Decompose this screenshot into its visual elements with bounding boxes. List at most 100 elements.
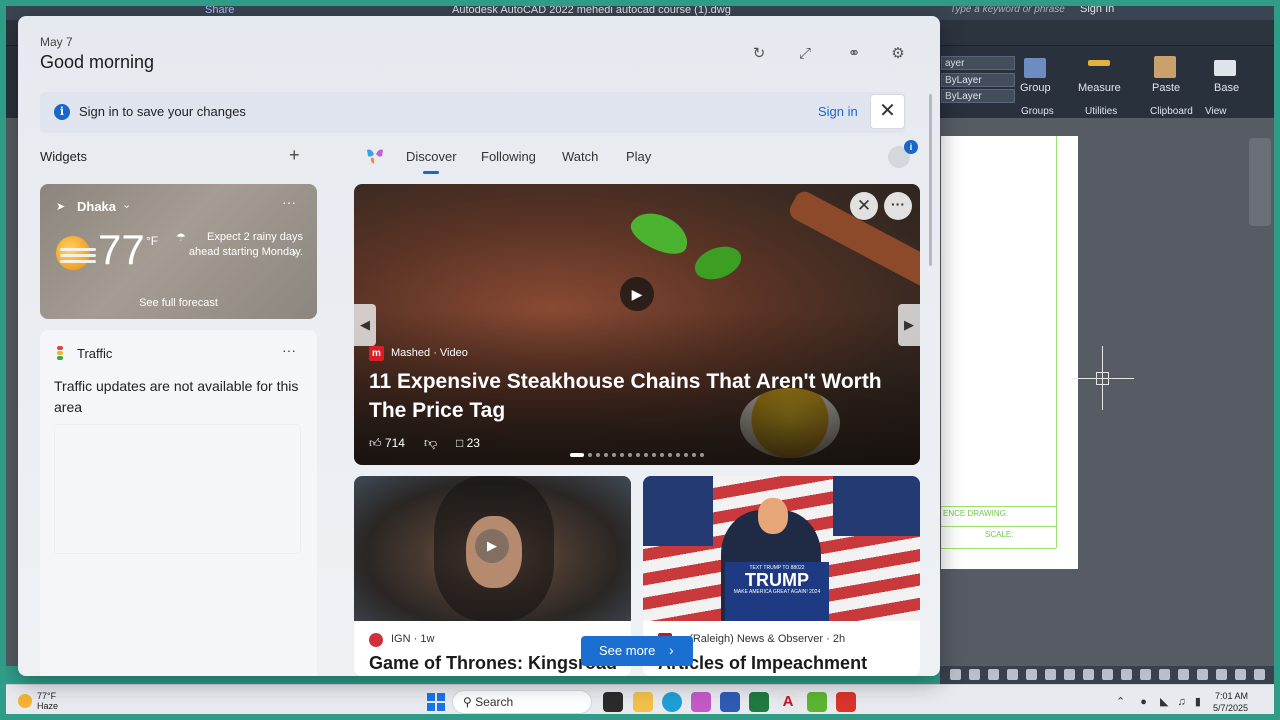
taskbar-clock[interactable]: 7:01 AM 5/7/2025 <box>1213 690 1248 714</box>
wifi-icon[interactable]: ◣ <box>1160 696 1168 708</box>
microphone-icon[interactable]: ● <box>1140 696 1147 708</box>
expand-icon[interactable]: ⤢ <box>795 44 815 64</box>
thumbs-down-icon[interactable]: 👎︎ <box>424 435 437 451</box>
quickprops-icon[interactable] <box>1197 669 1208 680</box>
group-button[interactable]: Group <box>1020 82 1051 94</box>
chevron-up-icon[interactable]: ⌃ <box>1116 696 1125 708</box>
battery-icon[interactable]: ▮ <box>1195 696 1201 708</box>
transparency-icon[interactable] <box>1083 669 1094 680</box>
lineweight-icon[interactable] <box>1064 669 1075 680</box>
gizmo-icon[interactable] <box>1121 669 1132 680</box>
units-icon[interactable] <box>1178 669 1189 680</box>
autocad-search-input[interactable]: Type a keyword or phrase <box>950 4 1065 15</box>
traffic-more-button[interactable]: ··· <box>282 342 296 358</box>
view-panel-label[interactable]: View <box>1205 106 1227 117</box>
refresh-icon[interactable]: ↻ <box>749 44 769 64</box>
story-source[interactable]: e (Raleigh) News & Observer · 2h <box>680 633 845 645</box>
store-icon[interactable] <box>720 692 740 712</box>
like-button[interactable]: 👍︎ 714 <box>369 436 405 451</box>
annotation-icon[interactable] <box>1140 669 1151 680</box>
base-icon[interactable] <box>1214 60 1236 76</box>
traffic-card[interactable]: Traffic ··· Traffic updates are not avai… <box>40 330 317 676</box>
system-tray[interactable]: ⌃ ● ◣ ♫ ▮ <box>1116 695 1201 708</box>
autocad-signin-button[interactable]: Sign In <box>1080 3 1114 15</box>
tab-watch[interactable]: Watch <box>562 149 598 164</box>
file-explorer-icon[interactable] <box>633 692 653 712</box>
taskbar-weather[interactable]: 77°F Haze <box>18 691 58 711</box>
story-headline[interactable]: Game of Thrones: Kingsroad <box>369 653 617 674</box>
snap-icon[interactable] <box>969 669 980 680</box>
link-icon[interactable]: ⚭ <box>844 44 864 64</box>
weather-unit[interactable]: °F <box>146 234 158 248</box>
close-banner-button[interactable]: ✕ <box>870 94 905 129</box>
play-icon[interactable]: ▶ <box>475 529 509 563</box>
story-source[interactable]: IGN · 1w <box>391 633 434 645</box>
paste-button[interactable]: Paste <box>1152 82 1180 94</box>
layer-dropdown[interactable]: ayer <box>941 56 1015 70</box>
osnap-icon[interactable] <box>1026 669 1037 680</box>
camtasia-icon[interactable] <box>807 692 827 712</box>
color-dropdown[interactable]: ByLayer <box>941 73 1015 87</box>
share-button[interactable]: Share <box>205 4 234 16</box>
hero-story-card[interactable]: ▶ ✕ ··· ◀ ▶ m Mashed · Video 11 Expensiv… <box>354 184 920 465</box>
polar-icon[interactable] <box>1007 669 1018 680</box>
comment-button[interactable]: □ 23 <box>456 436 480 450</box>
see-full-forecast-link[interactable]: See full forecast <box>40 297 317 309</box>
clipboard-panel-label[interactable]: Clipboard <box>1150 106 1193 117</box>
copilot-icon[interactable] <box>691 692 711 712</box>
measure-button[interactable]: Measure <box>1078 82 1121 94</box>
grid-icon[interactable] <box>950 669 961 680</box>
volume-icon[interactable]: ♫ <box>1178 696 1186 708</box>
signin-link[interactable]: Sign in <box>818 104 858 119</box>
paste-icon[interactable] <box>1154 56 1176 78</box>
selection-icon[interactable] <box>1102 669 1113 680</box>
start-button[interactable] <box>427 693 445 711</box>
feed-logo-icon <box>367 149 383 164</box>
task-view-icon[interactable] <box>603 692 623 712</box>
hero-headline[interactable]: 11 Expensive Steakhouse Chains That Aren… <box>369 367 899 425</box>
ortho-icon[interactable] <box>988 669 999 680</box>
edge-icon[interactable] <box>662 692 682 712</box>
chevron-right-icon[interactable]: › <box>292 244 297 260</box>
dismiss-story-button[interactable]: ✕ <box>850 192 878 220</box>
story-more-button[interactable]: ··· <box>884 192 912 220</box>
play-icon[interactable]: ▶ <box>620 277 654 311</box>
weather-forecast-text[interactable]: Expect 2 rainy days ahead starting Monda… <box>185 230 303 260</box>
recorder-icon[interactable] <box>836 692 856 712</box>
isolate-icon[interactable] <box>1216 669 1227 680</box>
tab-play[interactable]: Play <box>626 149 651 164</box>
base-button[interactable]: Base <box>1214 82 1239 94</box>
weather-card[interactable]: ➤ Dhaka ⌄ ··· 77 °F ☂ Expect 2 rainy day… <box>40 184 317 319</box>
panel-scrollbar[interactable] <box>929 94 932 266</box>
groups-panel-label[interactable]: Groups <box>1021 106 1054 117</box>
group-icon[interactable] <box>1024 58 1046 78</box>
excel-icon[interactable] <box>749 692 769 712</box>
see-more-button[interactable]: See more › <box>581 636 693 666</box>
gear-icon[interactable]: ⚙ <box>888 44 908 64</box>
otrack-icon[interactable] <box>1045 669 1056 680</box>
hero-source[interactable]: Mashed · Video <box>391 347 468 359</box>
weather-more-button[interactable]: ··· <box>282 194 296 210</box>
autocad-icon[interactable]: A <box>778 692 798 712</box>
linetype-dropdown[interactable]: ByLayer <box>941 89 1015 103</box>
widgets-panel: May 7 Good morning ↻ ⤢ ⚭ ⚙ i Sign in to … <box>18 16 940 676</box>
carousel-next-button[interactable]: ▶ <box>898 304 920 346</box>
add-widget-button[interactable]: + <box>289 145 300 166</box>
sun-icon <box>18 694 32 708</box>
measure-icon[interactable] <box>1088 60 1110 66</box>
utilities-panel-label[interactable]: Utilities <box>1085 106 1117 117</box>
tab-discover[interactable]: Discover <box>406 149 457 174</box>
carousel-indicator[interactable] <box>570 444 708 462</box>
navigation-bar[interactable] <box>1249 138 1271 226</box>
clean-screen-icon[interactable] <box>1254 669 1265 680</box>
carousel-prev-button[interactable]: ◀ <box>354 304 376 346</box>
widgets-date: May 7 <box>40 35 73 49</box>
taskbar-search-box[interactable]: ⚲ Search <box>452 690 592 714</box>
workspace-icon[interactable] <box>1159 669 1170 680</box>
profile-avatar[interactable]: i <box>888 140 918 168</box>
hardware-icon[interactable] <box>1235 669 1246 680</box>
chevron-down-icon[interactable]: ⌄ <box>122 198 131 211</box>
weather-location[interactable]: Dhaka <box>77 199 116 214</box>
mashed-logo-icon: m <box>369 346 384 361</box>
tab-following[interactable]: Following <box>481 149 536 164</box>
